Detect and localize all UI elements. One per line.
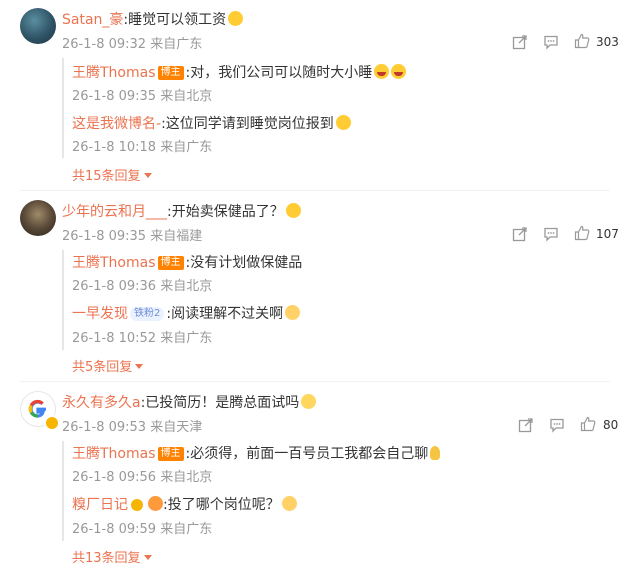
doge-emoji-icon: [285, 203, 301, 218]
chevron-down-icon: [143, 173, 152, 178]
reply-location: 来自广东: [160, 331, 213, 346]
more-replies-label: 共13条回复: [72, 551, 141, 566]
reply-author[interactable]: 王腾Thomas: [72, 446, 156, 462]
comment-line: 少年的云和月___:开始卖保健品了？: [62, 201, 301, 221]
comment-line: Satan_豪:睡觉可以领工资: [62, 9, 244, 29]
lightbulb-icon: [430, 446, 441, 460]
comment-meta: 26-1-8 09:53 来自天津: [62, 416, 202, 435]
reply-text: :必须得，前面一百号员工我都会自己聊: [185, 446, 429, 462]
reply-divider: [62, 58, 64, 158]
comment-date: 26-1-8 09:53: [62, 420, 147, 435]
reply-author[interactable]: 王腾Thomas: [72, 65, 156, 81]
chevron-down-icon: [143, 555, 152, 560]
cat-emoji-icon: [228, 11, 244, 26]
crown-emoji-icon: [148, 496, 163, 511]
reply-text: :没有计划做保健品: [185, 255, 303, 271]
comment-date: 26-1-8 09:32: [62, 37, 147, 52]
reply-location: 来自广东: [160, 140, 213, 155]
comment-author[interactable]: 少年的云和月___: [62, 204, 167, 220]
reply-location: 来自北京: [160, 279, 213, 294]
reply-text: :投了哪个岗位呢？: [163, 497, 280, 513]
more-replies-label: 共15条回复: [72, 169, 141, 184]
reply-author[interactable]: 一早发现: [72, 306, 128, 322]
reply-meta: 26-1-8 09:59 来自广东: [72, 518, 212, 537]
comment-location: 来自广东: [150, 37, 203, 52]
reply-date: 26-1-8 09:35: [72, 89, 157, 104]
reply-line: 王腾Thomas 博主:对，我们公司可以随时大小睡: [72, 62, 407, 82]
reply-text: :对，我们公司可以随时大小睡: [185, 65, 373, 81]
reply-location: 来自北京: [160, 89, 213, 104]
reply-line: 王腾Thomas 博主:没有计划做保健品: [72, 252, 302, 272]
like-icon[interactable]: [580, 416, 596, 432]
comment-line: 永久有多久a:已投简历！是腾总面试吗: [62, 392, 317, 412]
like-icon[interactable]: [574, 225, 590, 241]
comment-text: :开始卖保健品了？: [167, 204, 284, 220]
more-replies-link[interactable]: 共13条回复: [72, 547, 152, 566]
comment-meta: 26-1-8 09:32 来自广东: [62, 33, 202, 52]
comment-location: 来自天津: [150, 420, 203, 435]
reply-author[interactable]: 这是我微博名-: [72, 116, 161, 132]
comment-author[interactable]: Satan_豪: [62, 12, 123, 28]
reply-author[interactable]: 糗厂日记: [72, 497, 128, 513]
reply-line: 王腾Thomas 博主:必须得，前面一百号员工我都会自己聊: [72, 443, 441, 463]
reply-date: 26-1-8 09:56: [72, 470, 157, 485]
reply-meta: 26-1-8 09:36 来自北京: [72, 275, 212, 294]
blogger-badge: 博主: [157, 256, 184, 270]
blogger-badge: 博主: [157, 447, 184, 461]
more-replies-link[interactable]: 共5条回复: [72, 356, 144, 375]
reply-text: :这位同学请到睡觉岗位报到: [161, 116, 334, 132]
more-replies-link[interactable]: 共15条回复: [72, 165, 152, 184]
comment-icon[interactable]: [543, 34, 559, 50]
thinking-emoji-icon: [301, 394, 317, 409]
comment-text: :已投简历！是腾总面试吗: [140, 395, 300, 411]
cry-laugh-emoji-icon: [281, 496, 297, 511]
divider: [20, 190, 610, 191]
share-icon[interactable]: [512, 34, 528, 50]
reply-meta: 26-1-8 10:52 来自广东: [72, 327, 212, 346]
comment-icon[interactable]: [543, 226, 559, 242]
cry-laugh-emoji-icon: [285, 305, 301, 320]
reply-divider: [62, 441, 64, 541]
reply-date: 26-1-8 09:36: [72, 279, 157, 294]
comment-meta: 26-1-8 09:35 来自福建: [62, 225, 202, 244]
avatar[interactable]: [20, 8, 56, 44]
fan-badge: 铁粉2: [130, 307, 165, 321]
reply-author[interactable]: 王腾Thomas: [72, 255, 156, 271]
share-icon[interactable]: [512, 226, 528, 242]
reply-date: 26-1-8 09:59: [72, 522, 157, 537]
like-count: 80: [603, 418, 619, 432]
reply-divider: [62, 250, 64, 350]
comment-location: 来自福建: [150, 229, 203, 244]
more-replies-label: 共5条回复: [72, 360, 133, 375]
reply-date: 26-1-8 10:52: [72, 331, 157, 346]
comment-date: 26-1-8 09:35: [62, 229, 147, 244]
reply-line: 一早发现 铁粉2:阅读理解不过关啊: [72, 303, 301, 323]
divider: [20, 381, 610, 382]
like-icon[interactable]: [574, 33, 590, 49]
verified-badge-icon: [44, 415, 60, 431]
chevron-down-icon: [135, 364, 144, 369]
avatar[interactable]: [20, 200, 56, 236]
reply-line: 这是我微博名-:这位同学请到睡觉岗位报到: [72, 113, 351, 133]
reply-meta: 26-1-8 09:35 来自北京: [72, 85, 212, 104]
reply-location: 来自广东: [160, 522, 213, 537]
laugh-emoji-icon: [391, 64, 407, 79]
share-icon[interactable]: [518, 417, 534, 433]
reply-line: 糗厂日记 :投了哪个岗位呢？: [72, 494, 297, 514]
verified-badge-icon: [131, 499, 143, 511]
laugh-emoji-icon: [374, 64, 390, 79]
reply-location: 来自北京: [160, 470, 213, 485]
reply-text: :阅读理解不过关啊: [166, 306, 284, 322]
reply-meta: 26-1-8 10:18 来自广东: [72, 136, 212, 155]
comment-text: :睡觉可以领工资: [123, 12, 227, 28]
like-count: 303: [596, 35, 619, 49]
blogger-badge: 博主: [157, 66, 184, 80]
comment-icon[interactable]: [549, 417, 565, 433]
reply-meta: 26-1-8 09:56 来自北京: [72, 466, 212, 485]
comment-author[interactable]: 永久有多久a: [62, 395, 141, 411]
like-count: 107: [596, 227, 619, 241]
smile-emoji-icon: [335, 115, 351, 130]
reply-date: 26-1-8 10:18: [72, 140, 157, 155]
